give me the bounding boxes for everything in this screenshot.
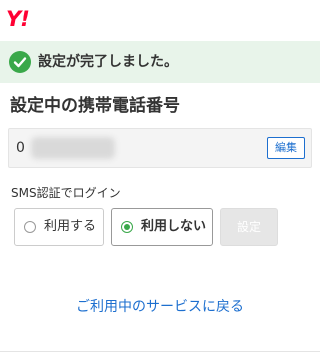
divider (0, 351, 320, 352)
phone-number-mask (31, 137, 115, 159)
radio-option-not-use[interactable]: 利用しない (111, 208, 213, 246)
radio-checked-icon[interactable] (121, 221, 133, 233)
phone-number-box: 0 編集 (8, 128, 312, 168)
radio-unchecked-icon[interactable] (24, 221, 36, 233)
edit-button[interactable]: 編集 (267, 137, 305, 159)
phone-number: 0 (16, 140, 25, 156)
radio-label-not-use: 利用しない (141, 219, 207, 234)
check-circle-icon (9, 51, 31, 73)
header: Y! (0, 0, 320, 40)
return-to-service-link[interactable]: ご利用中のサービスに戻る (0, 297, 320, 317)
phone-section-title: 設定中の携帯電話番号 (10, 96, 180, 116)
yahoo-logo[interactable]: Y! (6, 6, 30, 32)
success-message: 設定が完了しました。 (38, 54, 178, 70)
radio-option-use[interactable]: 利用する (14, 208, 104, 246)
sms-login-label: SMS認証でログイン (11, 186, 121, 200)
success-banner: 設定が完了しました。 (0, 41, 320, 83)
settings-submit-button[interactable]: 設定 (220, 208, 278, 246)
radio-label-use: 利用する (44, 219, 97, 234)
